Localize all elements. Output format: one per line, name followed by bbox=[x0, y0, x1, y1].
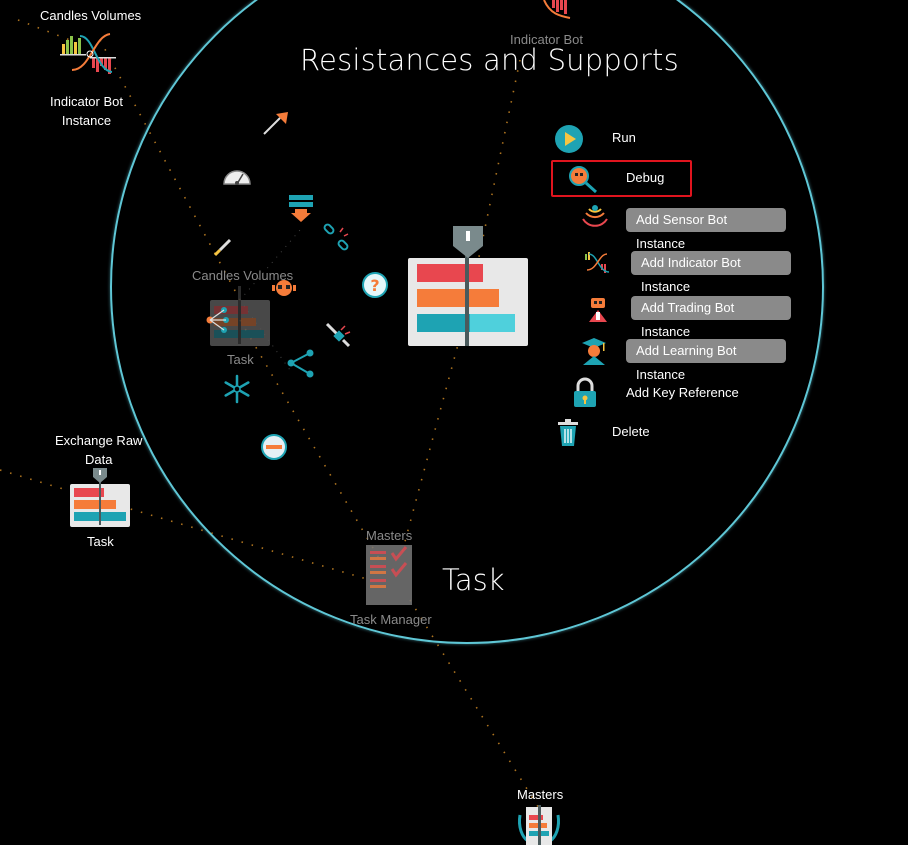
task-main-pin-head bbox=[453, 226, 483, 258]
sensor-bot-icon[interactable] bbox=[580, 205, 610, 235]
node-label-masters-inner: Masters bbox=[366, 528, 413, 543]
learning-bot-icon[interactable] bbox=[579, 336, 609, 366]
node-label-indicator-bot: Indicator Bot bbox=[510, 32, 583, 47]
menu-run[interactable]: Run bbox=[612, 130, 636, 145]
trash-icon[interactable] bbox=[556, 418, 582, 448]
node-label-masters-bottom: Masters bbox=[517, 787, 564, 802]
menu-delete[interactable]: Delete bbox=[612, 424, 650, 439]
pin-icon[interactable] bbox=[262, 110, 290, 138]
node-label-indicator-bot-instance: Indicator Bot Instance bbox=[50, 92, 123, 130]
add-indicator-bot-button[interactable]: Add Indicator Bot Instance bbox=[631, 251, 791, 294]
snowflake-icon[interactable] bbox=[222, 374, 252, 404]
debug-icon[interactable] bbox=[567, 164, 599, 194]
task-main-bar-orange bbox=[417, 289, 499, 307]
indicator-bot-instance-text: Indicator Bot Instance bbox=[50, 94, 123, 128]
task-left-pin-line bbox=[99, 478, 101, 525]
plug-icon[interactable] bbox=[323, 318, 353, 348]
masters-icon[interactable] bbox=[516, 805, 562, 845]
node-label-task-inner: Task bbox=[227, 352, 254, 367]
task-main-card[interactable] bbox=[408, 248, 528, 346]
trading-bot-icon[interactable] bbox=[585, 294, 611, 324]
task-main-bar-red bbox=[417, 264, 483, 282]
node-title-resistances-supports: Resistances and Supports bbox=[300, 43, 679, 77]
add-learning-bot-button[interactable]: Add Learning Bot Instance bbox=[626, 339, 786, 382]
task-left-card[interactable] bbox=[70, 478, 130, 527]
brush-icon[interactable] bbox=[212, 236, 234, 258]
node-label-candles-volumes-inner: Candles Volumes bbox=[192, 268, 294, 283]
task-manager-icon[interactable] bbox=[366, 543, 416, 605]
node-label-candles-volumes: Candles Volumes bbox=[40, 8, 142, 23]
broken-link-icon[interactable] bbox=[322, 223, 352, 254]
run-icon[interactable] bbox=[554, 124, 584, 154]
indicator-bot-icon[interactable] bbox=[60, 30, 120, 78]
protractor-icon[interactable] bbox=[222, 166, 252, 186]
task-left-pin-head bbox=[93, 468, 107, 483]
svg-text:?: ? bbox=[370, 276, 379, 295]
indicator-bot-top-icon[interactable] bbox=[540, 0, 580, 20]
add-sensor-bot-button[interactable]: Add Sensor Bot Instance bbox=[626, 208, 786, 251]
task-main-bar-teal-light bbox=[470, 314, 515, 332]
key-lock-icon[interactable] bbox=[571, 377, 599, 409]
menu-add-key-reference[interactable]: Add Key Reference bbox=[626, 385, 739, 400]
node-type-label: Task bbox=[442, 563, 505, 597]
node-label-exchange-raw-data: Exchange Raw Data bbox=[55, 431, 142, 469]
task-left-bar-orange bbox=[74, 500, 116, 509]
share-icon[interactable] bbox=[286, 348, 316, 378]
task-inner-pin bbox=[238, 286, 241, 344]
indicator-bot-small-icon[interactable] bbox=[583, 250, 613, 276]
task-main-pin-line bbox=[465, 248, 469, 346]
remove-icon[interactable] bbox=[260, 433, 290, 463]
help-icon[interactable]: ? bbox=[361, 271, 391, 301]
menu-debug[interactable]: Debug bbox=[626, 170, 664, 185]
download-stack-icon[interactable] bbox=[287, 193, 315, 223]
exchange-raw-data-text: Exchange Raw Data bbox=[55, 433, 143, 467]
node-label-task-left: Task bbox=[87, 534, 114, 549]
add-trading-bot-button[interactable]: Add Trading Bot Instance bbox=[631, 296, 791, 339]
network-icon[interactable] bbox=[202, 302, 238, 338]
node-label-task-manager: Task Manager bbox=[350, 612, 432, 627]
